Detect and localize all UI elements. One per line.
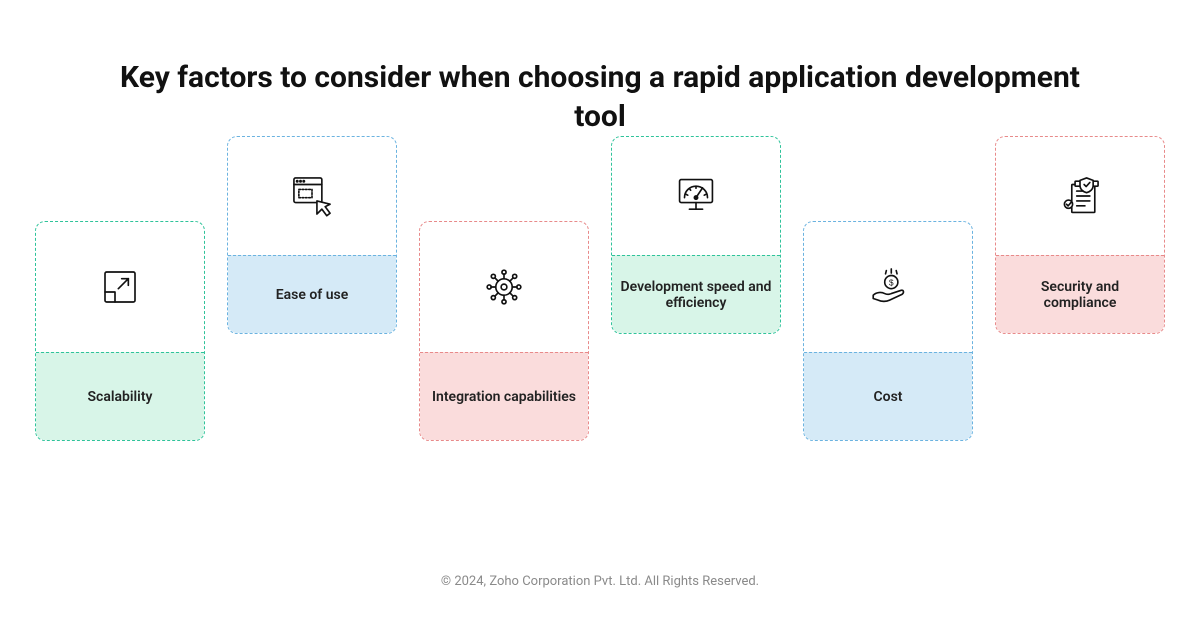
cards-row: Scalability Ease of use (0, 221, 1200, 441)
scale-icon (36, 222, 204, 352)
card-label: Security and compliance (996, 255, 1164, 333)
card-scalability: Scalability (35, 221, 205, 441)
card-cost: $ Cost (803, 221, 973, 441)
card-label: Development speed and efficiency (612, 255, 780, 333)
card-label: Scalability (36, 352, 204, 440)
card-label: Integration capabilities (420, 352, 588, 440)
card-label: Ease of use (228, 255, 396, 333)
page-title: Key factors to consider when choosing a … (100, 58, 1100, 136)
footer-copyright: © 2024, Zoho Corporation Pvt. Ltd. All R… (0, 574, 1200, 589)
cursor-icon (228, 137, 396, 255)
card-label: Cost (804, 352, 972, 440)
card-security: Security and compliance (995, 136, 1165, 334)
card-integration: Integration capabilities (419, 221, 589, 441)
cost-icon: $ (804, 222, 972, 352)
card-ease-of-use: Ease of use (227, 136, 397, 334)
card-development-speed: Development speed and efficiency (611, 136, 781, 334)
svg-text:$: $ (889, 278, 894, 287)
speed-icon (612, 137, 780, 255)
shield-icon (996, 137, 1164, 255)
gear-icon (420, 222, 588, 352)
